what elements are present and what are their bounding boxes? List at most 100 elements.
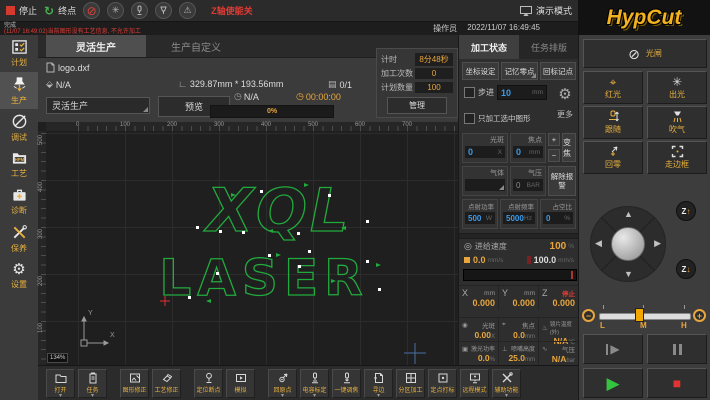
one-key-focus-button[interactable]: 一键调焦: [332, 369, 361, 398]
trace-frame-button[interactable]: 走边框: [647, 141, 707, 174]
feed-slider[interactable]: [463, 269, 577, 281]
drawing-canvas-area[interactable]: 0 100 200 300 400 500 600 700 500 400 30…: [38, 122, 458, 365]
locate-breakpoint-button[interactable]: 定位断点: [194, 369, 223, 398]
step-input[interactable]: 10 mm: [497, 85, 547, 100]
sidebar-item-debug[interactable]: 调试: [0, 109, 38, 146]
spot-marking-button[interactable]: 定点打标: [428, 369, 457, 398]
bottom-toolbar: 打开▾ 任务▾ 图形修正 工艺修正 定位断点 模拟: [38, 365, 578, 400]
only-selected-checkbox[interactable]: [464, 113, 475, 124]
jog-left-arrow[interactable]: ◀: [595, 238, 602, 249]
capacitance-calibration-button[interactable]: 电容标定▾: [300, 369, 329, 398]
nozzle-icon[interactable]: [155, 2, 172, 19]
dry-run-button[interactable]: ▶: [583, 334, 643, 364]
endpoint-label: 终点: [58, 4, 76, 17]
laser-disabled-icon[interactable]: ⊘: [83, 2, 100, 19]
jog-up-arrow[interactable]: ▲: [624, 209, 633, 219]
y-coordinate: Ymm 0.000: [499, 285, 539, 310]
back-to-mark-button[interactable]: 回标记点: [540, 62, 576, 80]
jog-pad[interactable]: ▲ ▼ ◀ ▶: [590, 206, 666, 282]
pressure-icon: ∿: [542, 345, 547, 353]
datetime: 2022/11/07 16:49:45: [467, 23, 540, 34]
alarm-icon[interactable]: ⚠: [179, 2, 196, 19]
shutter-button[interactable]: ⊘ 光闸: [583, 39, 707, 68]
tools-cross-icon: [501, 372, 513, 384]
auxiliary-functions-button[interactable]: 辅助功能▾: [492, 369, 521, 398]
more-button[interactable]: ⚙ 更多: [553, 87, 577, 120]
process-correction-button[interactable]: 工艺修正: [152, 369, 181, 398]
start-button[interactable]: ▶: [583, 368, 643, 398]
jog-knob[interactable]: [611, 227, 645, 261]
manage-button[interactable]: 管理: [387, 97, 447, 114]
burst-power-field[interactable]: 点射功率 500W: [462, 199, 498, 229]
feed-icon: ◎: [464, 241, 472, 252]
demo-mode-toggle[interactable]: 演示模式: [520, 4, 572, 17]
blow-air-button[interactable]: 吹气: [647, 106, 707, 139]
production-mode-select[interactable]: 灵活生产: [46, 97, 150, 114]
wrench-screwdriver-icon: [11, 224, 28, 241]
one-key-focus-icon: [341, 372, 353, 384]
coordinate-set-button[interactable]: 坐标设定: [462, 62, 499, 80]
graphic-correction-button[interactable]: 图形修正: [120, 369, 149, 398]
tab-machining-status[interactable]: 加工状态: [459, 35, 519, 59]
duty-cycle-field[interactable]: 占空比 0%: [540, 199, 576, 229]
simulate-button[interactable]: 模拟: [226, 369, 255, 398]
svg-text:HPM: HPM: [14, 157, 24, 162]
z-up-button[interactable]: Z↑: [676, 201, 696, 221]
canvas-viewport[interactable]: XQL LASER: [46, 131, 458, 365]
gas-select[interactable]: [465, 179, 505, 191]
endpoint-button[interactable]: ↻ 终点: [44, 4, 76, 17]
tab-flexible-production[interactable]: 灵活生产: [46, 35, 146, 57]
capacitor-head-icon: [309, 372, 321, 384]
burst-frequency-field[interactable]: 点射频率 5000Hz: [500, 199, 538, 229]
hypcut-window: 停止 ↻ 终点 ⊘ ✳ ⚠ Z轴使能关 演示模式 完成 (11/07 16:49…: [0, 0, 710, 400]
pause-button[interactable]: [647, 334, 707, 364]
return-origin-button[interactable]: 回原点▾: [268, 369, 297, 398]
sidebar-item-plan[interactable]: 计划: [0, 35, 38, 72]
emit-light-button[interactable]: ✳ 出光: [647, 71, 707, 104]
speed-minus-button[interactable]: −: [582, 309, 595, 322]
frame-icon: [671, 145, 684, 158]
spot-field[interactable]: 光斑 0X: [462, 133, 508, 163]
speed-plus-button[interactable]: +: [693, 309, 706, 322]
jog-down-arrow[interactable]: ▼: [624, 269, 633, 279]
focus-field[interactable]: 焦点 0mm: [510, 133, 546, 163]
material-field: ⬙ N/A: [46, 79, 71, 90]
z-down-button[interactable]: Z↓: [676, 259, 696, 279]
speed-slider-handle[interactable]: [635, 308, 644, 322]
gear-icon: ⚙: [558, 87, 571, 103]
sidebar-item-process[interactable]: HPM 工艺: [0, 146, 38, 183]
stop-machining-button[interactable]: ■: [647, 368, 707, 398]
focus-plus-button[interactable]: +: [548, 133, 560, 146]
step-checkbox[interactable]: [464, 87, 475, 98]
home-button[interactable]: 回零: [583, 141, 643, 174]
clear-alarm-button[interactable]: 解除报警: [548, 166, 576, 196]
task-button[interactable]: 任务▾: [78, 369, 107, 398]
feed-slider-marker: [571, 271, 573, 279]
zoom-focus-button[interactable]: 变焦: [562, 133, 576, 162]
follow-button[interactable]: 跟随: [583, 106, 643, 139]
tab-task-layout[interactable]: 任务排版: [519, 35, 579, 59]
tab-custom-production[interactable]: 生产自定义: [146, 35, 246, 57]
material-value: N/A: [56, 80, 71, 90]
capacitive-sensor-icon[interactable]: [131, 2, 148, 19]
speed-slider-track[interactable]: [599, 313, 691, 320]
jog-right-arrow[interactable]: ▶: [654, 238, 661, 249]
sidebar-item-production[interactable]: 生产: [0, 72, 38, 109]
sidebar-item-maintenance[interactable]: 保养: [0, 220, 38, 257]
axis-x-label: X: [110, 332, 115, 339]
edge-seek-button[interactable]: 寻边▾: [364, 369, 393, 398]
sidebar-item-settings[interactable]: ⚙ 设置: [0, 257, 38, 294]
open-file-button[interactable]: 打开▾: [46, 369, 75, 398]
speed-max-value: 100.0: [534, 255, 557, 265]
demo-mode-icon: [520, 6, 532, 16]
focus-minus-button[interactable]: −: [548, 149, 560, 162]
memory-zero-button[interactable]: 记忆零点: [501, 62, 538, 80]
stop-button[interactable]: 停止: [6, 4, 37, 17]
operator-label[interactable]: 操作员: [433, 23, 457, 34]
speed-label-low: L: [600, 321, 605, 330]
red-light-button[interactable]: ⌖ 红光: [583, 71, 643, 104]
laser-light-icon[interactable]: ✳: [107, 2, 124, 19]
remote-mode-button[interactable]: 远程模式: [460, 369, 489, 398]
zone-machining-button[interactable]: 分区加工: [396, 369, 425, 398]
sidebar-item-diagnosis[interactable]: 诊断: [0, 183, 38, 220]
